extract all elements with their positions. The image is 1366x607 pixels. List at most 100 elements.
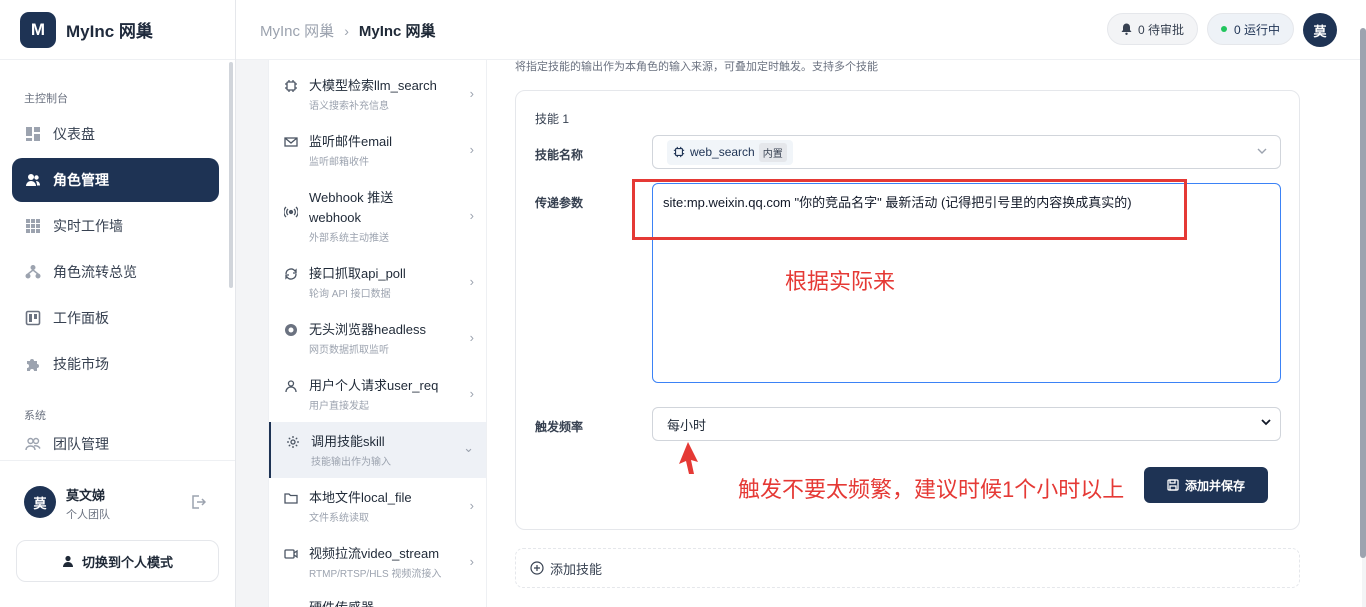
- nav-skill-market[interactable]: 技能市场: [12, 342, 219, 386]
- chevron-right-icon: ›: [469, 142, 474, 157]
- user-name: 莫文娣: [66, 488, 106, 503]
- list-item[interactable]: 接口抓取api_poll 轮询 API 接口数据 ›: [269, 264, 486, 300]
- video-icon: [283, 546, 299, 562]
- main-panel: 将指定技能的输出作为本角色的输入来源，可叠加定时触发。支持多个技能 技能 1 技…: [487, 60, 1362, 607]
- item-title-2: webhook: [309, 210, 362, 225]
- plus-circle-icon: [530, 561, 544, 575]
- logout-icon[interactable]: [190, 494, 207, 515]
- board-icon: [24, 309, 42, 327]
- frequency-select[interactable]: 每小时: [652, 407, 1281, 441]
- dashboard-icon: [24, 125, 42, 143]
- avatar[interactable]: 莫: [24, 486, 56, 518]
- add-skill-button[interactable]: 添加技能: [515, 548, 1300, 588]
- list-item[interactable]: 监听邮件email 监听邮箱收件 ›: [269, 132, 486, 168]
- skill-name-label: 技能名称: [535, 148, 584, 162]
- nav-live-wall[interactable]: 实时工作墙: [12, 204, 219, 248]
- item-sub: 轮询 API 接口数据: [309, 289, 391, 300]
- chevron-right-icon: ›: [469, 208, 474, 223]
- item-title: 视频拉流video_stream: [309, 546, 440, 561]
- pending-label: 0 待审批: [1138, 22, 1185, 37]
- item-sub: 语义搜索补充信息: [309, 101, 389, 112]
- bell-icon: [1121, 23, 1132, 35]
- chevron-right-icon: ›: [469, 498, 474, 513]
- main-scrollbar[interactable]: [1360, 28, 1366, 558]
- selected-skill-tag: web_search 内置: [667, 139, 793, 165]
- card-title: 技能 1: [535, 112, 570, 126]
- breadcrumb-current: MyInc 网巢: [358, 23, 436, 40]
- top-header: MyInc 网巢 › MyInc 网巢 0 待审批 0 运行中 莫: [236, 0, 1366, 60]
- nav-dashboard[interactable]: 仪表盘: [12, 112, 219, 156]
- item-title: 硬件传感器: [309, 598, 374, 607]
- add-and-save-button[interactable]: 添加并保存: [1144, 467, 1268, 503]
- browser-icon: [283, 322, 299, 338]
- chevron-down-icon: ⌄: [463, 440, 474, 455]
- flow-icon: [24, 263, 42, 281]
- users-icon: [24, 171, 42, 189]
- folder-icon: [283, 490, 299, 506]
- list-item[interactable]: 用户个人请求user_req 用户直接发起 ›: [269, 376, 486, 412]
- user-icon: [283, 378, 299, 394]
- nav-label: 角色流转总览: [53, 264, 137, 280]
- pending-approvals-button[interactable]: 0 待审批: [1107, 13, 1199, 45]
- skill-select[interactable]: web_search 内置: [652, 135, 1281, 169]
- nav-work-panel[interactable]: 工作面板: [12, 296, 219, 340]
- chevron-right-icon: ›: [469, 274, 474, 289]
- annotation-arrow-icon: [676, 440, 700, 481]
- chevron-right-icon: ›: [469, 386, 474, 401]
- user-team: 个人团队: [66, 509, 110, 521]
- puzzle-icon: [24, 355, 42, 373]
- annotation-highlight-box: [632, 179, 1187, 240]
- switch-mode-button[interactable]: 切换到个人模式: [16, 540, 219, 582]
- refresh-icon: [283, 266, 299, 282]
- section-system-label: 系统: [24, 410, 46, 422]
- annotation-note-1: 根据实际来: [785, 269, 896, 294]
- builtin-badge: 内置: [758, 142, 787, 162]
- nav-label: 实时工作墙: [53, 218, 123, 234]
- freq-value: 每小时: [667, 417, 707, 433]
- list-item[interactable]: 本地文件local_file 文件系统读取 ›: [269, 488, 486, 524]
- sensor-icon: [283, 600, 299, 607]
- item-sub: 技能输出作为输入: [311, 457, 391, 468]
- item-sub: 用户直接发起: [309, 401, 369, 412]
- item-sub: 网页数据抓取监听: [309, 345, 389, 356]
- grid-icon: [24, 217, 42, 235]
- brand: M MyInc 网巢: [0, 0, 235, 60]
- item-title: 监听邮件email: [309, 134, 393, 149]
- section-main-label: 主控制台: [24, 93, 68, 105]
- skill-source-list: 大模型检索llm_search 语义搜索补充信息 › 监听邮件email 监听邮箱收…: [268, 60, 487, 607]
- list-item-active[interactable]: 调用技能skill 技能输出作为输入 ⌄: [269, 422, 486, 478]
- chip-icon: [673, 146, 685, 158]
- skill-card: 技能 1 技能名称 web_search 内置 传递参数 site:mp.wei…: [515, 90, 1300, 530]
- item-title: 本地文件local_file: [309, 490, 412, 505]
- nav-roles[interactable]: 角色管理: [12, 158, 219, 202]
- gear-icon: [285, 434, 301, 450]
- running-label: 0 运行中: [1234, 22, 1281, 37]
- list-item[interactable]: 大模型检索llm_search 语义搜索补充信息 ›: [269, 76, 486, 112]
- list-item[interactable]: 无头浏览器headless 网页数据抓取监听 ›: [269, 320, 486, 356]
- item-title: 用户个人请求user_req: [309, 378, 439, 393]
- nav-label: 团队管理: [53, 436, 109, 452]
- sidebar-scrollbar[interactable]: [229, 62, 233, 288]
- header-avatar[interactable]: 莫: [1303, 13, 1337, 47]
- mail-icon: [283, 134, 299, 150]
- chevron-right-icon: ›: [469, 554, 474, 569]
- chip-icon: [283, 78, 299, 94]
- item-sub: RTMP/RTSP/HLS 视频流接入: [309, 569, 442, 580]
- nav-label: 仪表盘: [53, 126, 95, 142]
- list-item[interactable]: 视频拉流video_stream RTMP/RTSP/HLS 视频流接入 ›: [269, 544, 486, 580]
- nav-flow-overview[interactable]: 角色流转总览: [12, 250, 219, 294]
- skill-value: web_search: [690, 145, 755, 159]
- sidebar: M MyInc 网巢 主控制台 仪表盘 角色管理 实时工作墙 角色流转总览 工作…: [0, 0, 236, 607]
- nav-label: 技能市场: [53, 356, 109, 372]
- chevron-down-icon: [1256, 144, 1268, 162]
- list-item[interactable]: 硬件传感器: [269, 598, 486, 607]
- annotation-note-2: 触发不要太频繁，建议时候1个小时以上: [738, 477, 1125, 502]
- chevron-right-icon: ›: [344, 22, 349, 39]
- nav-team[interactable]: 团队管理: [12, 429, 219, 459]
- save-icon: [1167, 479, 1179, 491]
- running-button[interactable]: 0 运行中: [1207, 13, 1295, 45]
- breadcrumb-parent[interactable]: MyInc 网巢: [260, 20, 334, 41]
- item-sub: 监听邮箱收件: [309, 157, 369, 168]
- list-item[interactable]: Webhook 推送 webhook 外部系统主动推送 ›: [269, 188, 486, 244]
- item-sub: 外部系统主动推送: [309, 233, 389, 244]
